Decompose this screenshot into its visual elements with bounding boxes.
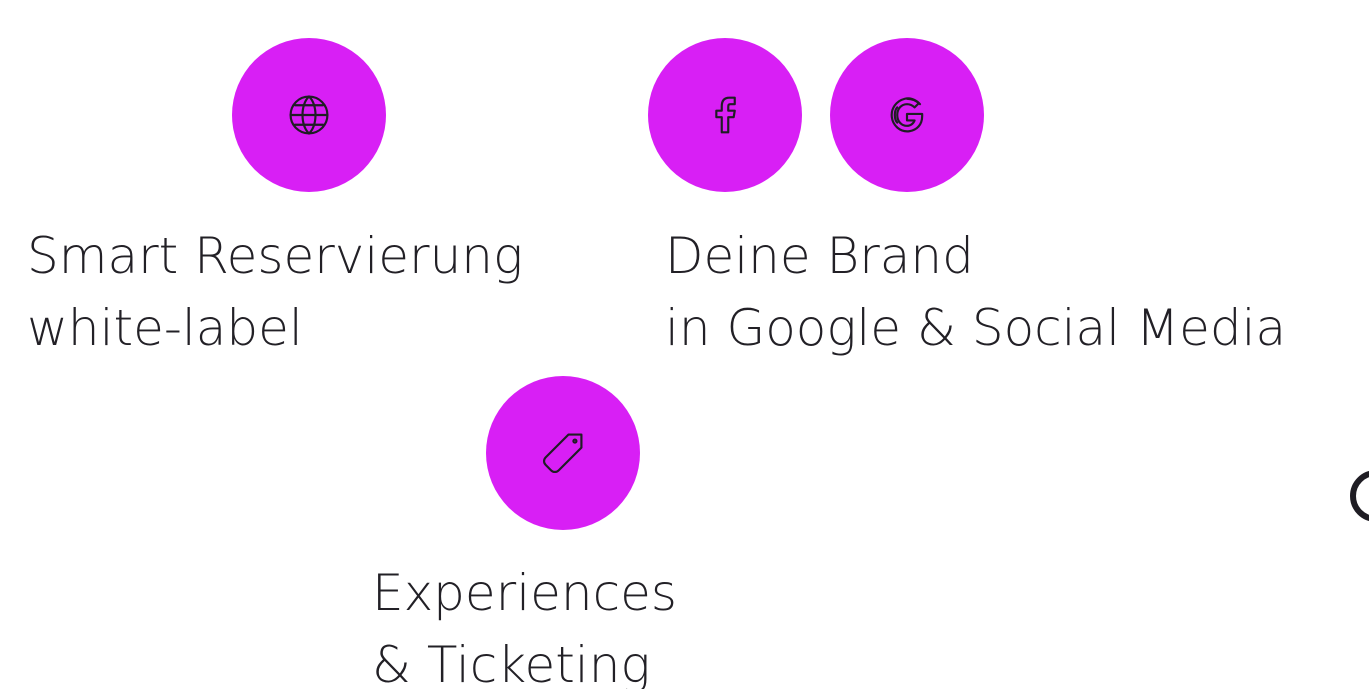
feature-title-line: Deine Brand <box>665 227 974 285</box>
google-icon <box>890 97 924 133</box>
tag-icon-circle <box>486 376 640 530</box>
feature-title-smart-reservation: Smart Reservierung white-label <box>27 220 523 364</box>
partial-edge-icon <box>1350 470 1369 522</box>
tag-icon <box>542 433 583 474</box>
feature-title-line: white-label <box>27 299 303 357</box>
globe-icon <box>289 95 329 135</box>
facebook-icon-circle <box>648 38 802 192</box>
feature-title-brand-google-social: Deine Brand in Google & Social Media <box>665 220 1286 364</box>
feature-title-line: & Ticketing <box>372 636 651 689</box>
facebook-icon <box>715 96 736 134</box>
globe-icon-circle <box>232 38 386 192</box>
feature-title-line: in Google & Social Media <box>665 299 1287 357</box>
google-icon-circle <box>830 38 984 192</box>
feature-title-experiences-ticketing: Experiences & Ticketing <box>372 557 677 689</box>
feature-title-line: Experiences <box>372 564 677 622</box>
feature-title-line: Smart Reservierung <box>27 227 523 285</box>
